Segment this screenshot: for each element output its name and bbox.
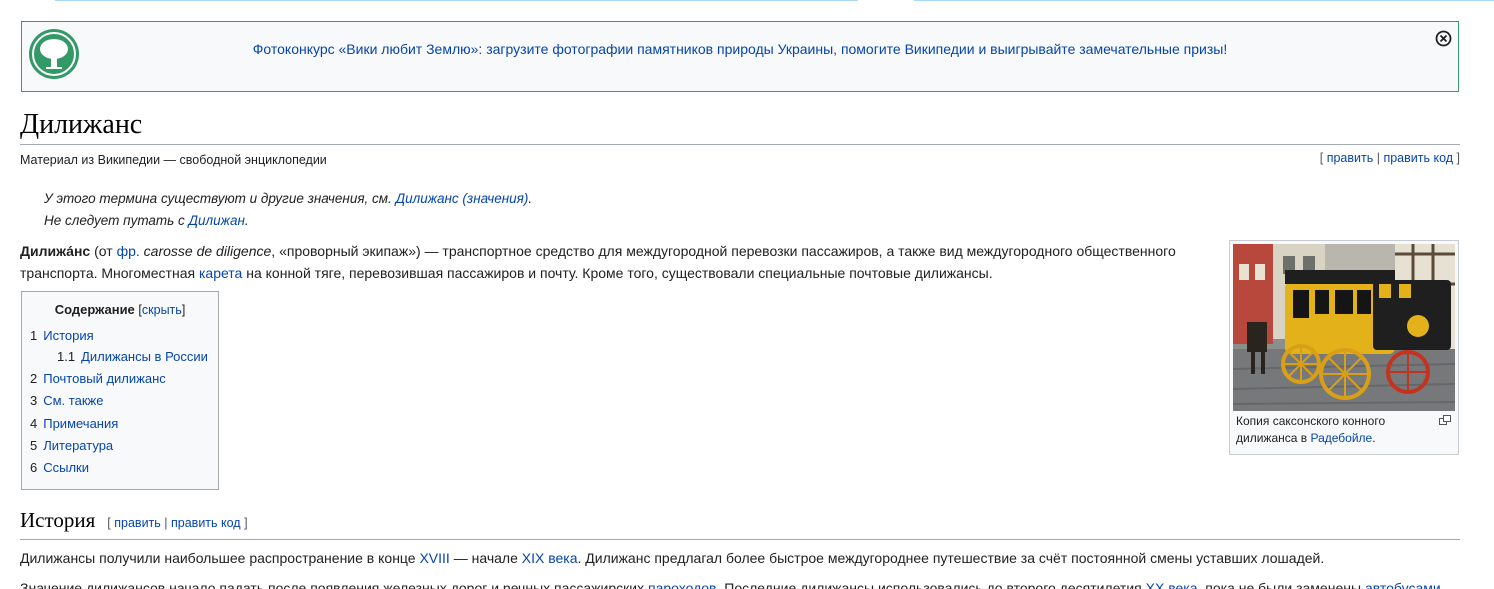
header-border-right xyxy=(914,0,1494,1)
toc-title: Содержание xyxy=(54,302,135,317)
page-edit-links: [ править | править код ] xyxy=(1319,151,1460,165)
toc-item-links[interactable]: 6 Ссылки xyxy=(30,460,89,475)
intro-line-2: транспорта. Многоместная карета на конно… xyxy=(20,265,993,281)
toc-toggle-link[interactable]: скрыть xyxy=(142,303,182,317)
toc-item-russia[interactable]: 1.1 Дилижансы в России xyxy=(57,349,208,364)
toc-item-literature[interactable]: 5 Литература xyxy=(30,438,113,453)
history-edit-link[interactable]: править xyxy=(114,516,161,530)
history-title: История xyxy=(20,508,96,532)
thumbnail-caption: Копия саксонского конного дилижанса в Ра… xyxy=(1236,414,1386,445)
kareta-link[interactable]: карета xyxy=(199,265,242,281)
edit-link[interactable]: править xyxy=(1327,151,1374,165)
toc-item-history[interactable]: 1 История xyxy=(30,328,94,343)
section-heading-history: История [ править | править код ] xyxy=(20,508,1460,540)
toc-heading: Содержание [скрыть] xyxy=(54,302,186,317)
history-paragraph-1: Дилижансы получили наибольшее распростра… xyxy=(20,550,1325,566)
stagecoach-image[interactable] xyxy=(1233,244,1455,411)
intro-paragraph: Дилижа́нс (от фр. carosse de diligence, … xyxy=(20,240,1200,284)
toc-item-postal[interactable]: 2 Почтовый дилижанс xyxy=(30,371,166,386)
dilijan-link[interactable]: Дилижан xyxy=(189,213,245,228)
article-term: Дилижа́нс xyxy=(20,243,91,259)
french-term: carosse de diligence xyxy=(143,243,272,259)
site-subtitle: Материал из Википедии — свободной энцикл… xyxy=(20,153,327,167)
table-of-contents: Содержание [скрыть] 1 История 1.1 Дилижанс… xyxy=(21,291,219,490)
close-icon[interactable] xyxy=(1435,30,1452,47)
radebeul-link[interactable]: Радебойле xyxy=(1310,431,1372,445)
buses-link[interactable]: автобусами xyxy=(1365,580,1441,589)
edit-source-link[interactable]: править код xyxy=(1383,151,1453,165)
history-edit-source-link[interactable]: править код xyxy=(171,516,241,530)
hatnote-not-confused: Не следует путать с Дилижан. xyxy=(44,213,249,228)
magnify-icon[interactable] xyxy=(1439,415,1451,425)
xx-century-link[interactable]: XX века xyxy=(1146,580,1198,589)
history-edit-links: [ править | править код ] xyxy=(107,516,248,530)
site-notice-banner: Фотоконкурс «Вики любит Землю»: загрузит… xyxy=(21,21,1459,92)
french-link[interactable]: фр. xyxy=(117,243,140,259)
xix-century-link[interactable]: XIX века xyxy=(522,550,578,566)
intro-line-1: Дилижа́нс (от фр. carosse de diligence, … xyxy=(20,243,1176,259)
toc-item-notes[interactable]: 4 Примечания xyxy=(30,416,118,431)
steamboats-link[interactable]: пароходов xyxy=(648,580,717,589)
infobox-thumbnail: Копия саксонского конного дилижанса в Ра… xyxy=(1229,240,1459,455)
page-title: Дилижанс xyxy=(20,106,1460,145)
toc-item-see-also[interactable]: 3 См. также xyxy=(30,393,103,408)
site-notice-text[interactable]: Фотоконкурс «Вики любит Землю»: загрузит… xyxy=(22,41,1458,57)
history-paragraph-2: Значение дилижансов начало падать после … xyxy=(20,577,1441,589)
disambiguation-link[interactable]: Дилижанс (значения) xyxy=(396,191,529,206)
xviii-link[interactable]: XVIII xyxy=(419,550,449,566)
header-border-left xyxy=(55,0,858,1)
hatnote-disambiguation: У этого термина существуют и другие знач… xyxy=(44,191,533,206)
